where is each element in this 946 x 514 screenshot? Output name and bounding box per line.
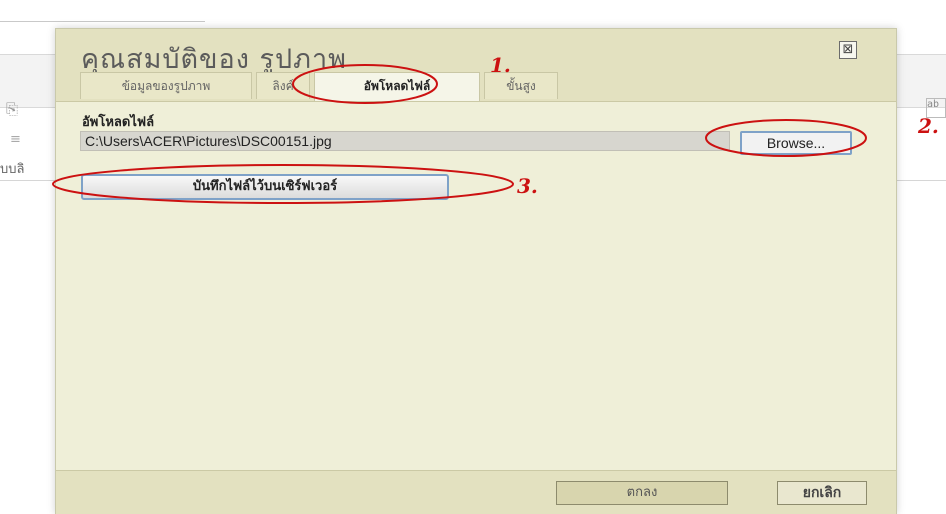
annotation-ellipse-browse [705, 119, 867, 157]
annotation-ellipse-tab [292, 64, 438, 104]
annotation-number-3: 3. [517, 174, 538, 198]
annotation-number-1: 1. [490, 53, 511, 77]
annotation-layer [52, 64, 867, 204]
annotation-number-2: 2. [918, 114, 939, 138]
annotation-ellipse-save [52, 164, 514, 204]
